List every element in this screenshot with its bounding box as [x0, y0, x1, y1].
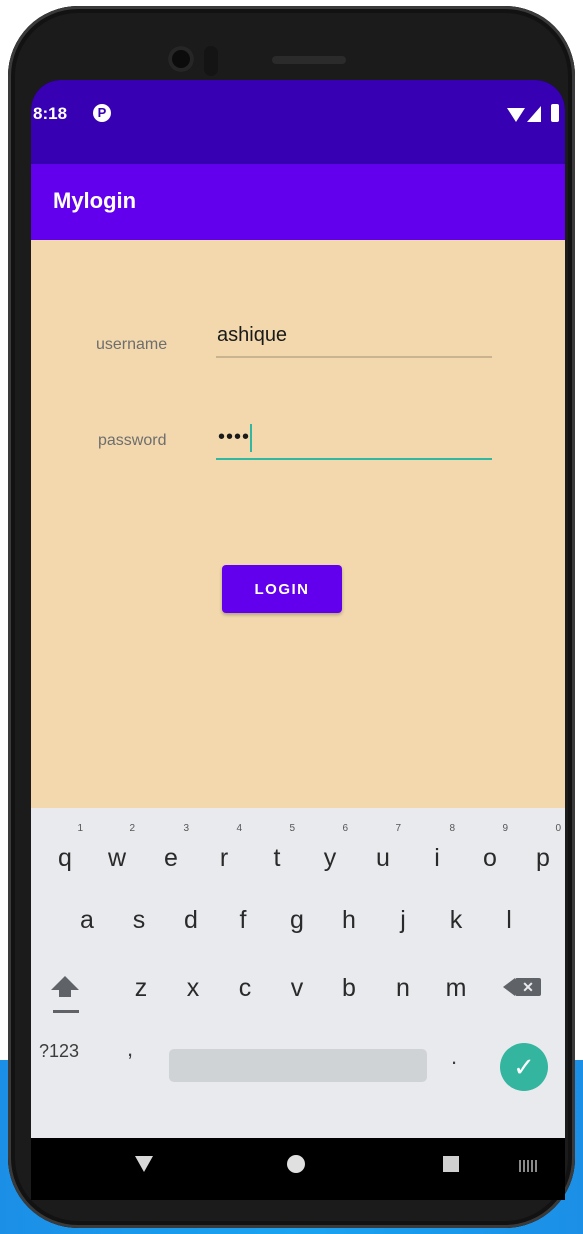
keyboard-row-1: q1w2e3r4t5y6u7i8o9p0 — [31, 824, 565, 884]
checkmark-icon[interactable]: ✓ — [500, 1043, 548, 1091]
key-q-hint: 1 — [77, 823, 83, 834]
key-i-hint: 8 — [449, 823, 455, 834]
key-r-label: r — [219, 844, 229, 872]
key-y-hint: 6 — [342, 823, 348, 834]
password-value: •••• — [218, 426, 251, 448]
key-f[interactable]: f — [223, 890, 263, 946]
key-y[interactable]: y6 — [310, 824, 350, 884]
battery-icon — [551, 104, 559, 122]
key-e-hint: 3 — [183, 823, 189, 834]
key-d[interactable]: d — [171, 890, 211, 946]
key-p[interactable]: p0 — [523, 824, 563, 884]
key-q[interactable]: q1 — [45, 824, 85, 884]
symbols-key[interactable]: ?123 — [39, 1041, 79, 1062]
key-t-label: t — [273, 844, 281, 872]
navigation-bar — [31, 1138, 565, 1200]
key-b[interactable]: b — [329, 958, 369, 1014]
text-cursor — [250, 424, 252, 452]
key-n[interactable]: n — [383, 958, 423, 1014]
key-h[interactable]: h — [329, 890, 369, 946]
shift-icon[interactable] — [43, 958, 89, 1014]
key-x[interactable]: x — [173, 958, 213, 1014]
username-value: ashique — [217, 324, 288, 346]
status-bar: 8:18 P — [31, 80, 565, 164]
key-t-hint: 5 — [289, 823, 295, 834]
camera-icon — [168, 46, 194, 72]
key-k[interactable]: k — [436, 890, 476, 946]
app-bar: Mylogin — [31, 164, 565, 240]
signal-icon — [527, 106, 541, 122]
keyboard-row-2: asdfghjkl — [31, 890, 565, 946]
key-v[interactable]: v — [277, 958, 317, 1014]
username-input[interactable]: ashique — [216, 322, 492, 358]
screen: 8:18 P Mylogin username ashique password… — [31, 80, 565, 1200]
key-i-label: i — [434, 844, 440, 872]
key-i[interactable]: i8 — [417, 824, 457, 884]
key-u-label: u — [376, 844, 390, 872]
sensor — [204, 46, 218, 76]
backspace-icon[interactable]: ✕ — [503, 958, 553, 1014]
key-u-hint: 7 — [395, 823, 401, 834]
key-z[interactable]: z — [121, 958, 161, 1014]
login-button[interactable]: LOGIN — [222, 565, 342, 613]
period-key[interactable]: . — [451, 1044, 457, 1070]
key-m[interactable]: m — [436, 958, 476, 1014]
key-w[interactable]: w2 — [97, 824, 137, 884]
key-w-label: w — [107, 844, 127, 872]
key-r[interactable]: r4 — [204, 824, 244, 884]
key-j[interactable]: j — [383, 890, 423, 946]
space-bar[interactable] — [169, 1049, 427, 1082]
key-u[interactable]: u7 — [363, 824, 403, 884]
keyboard-row-3: zxcvbnm — [31, 958, 565, 1014]
key-a[interactable]: a — [67, 890, 107, 946]
back-icon[interactable] — [135, 1156, 153, 1172]
password-label: password — [98, 432, 167, 449]
wifi-icon — [507, 108, 525, 122]
key-e[interactable]: e3 — [151, 824, 191, 884]
speaker-grille — [272, 56, 346, 64]
key-g[interactable]: g — [277, 890, 317, 946]
key-y-label: y — [323, 844, 337, 872]
key-o-label: o — [483, 844, 497, 872]
notification-p-icon: P — [93, 104, 111, 122]
app-title: Mylogin — [53, 188, 137, 213]
key-s[interactable]: s — [119, 890, 159, 946]
status-time: 8:18 — [33, 104, 68, 123]
key-p-label: p — [536, 844, 550, 872]
soft-keyboard: q1w2e3r4t5y6u7i8o9p0 asdfghjkl zxcvbnm ✕… — [31, 808, 565, 1138]
key-o-hint: 9 — [502, 823, 508, 834]
password-input[interactable]: •••• — [216, 424, 492, 460]
key-l[interactable]: l — [489, 890, 529, 946]
username-label: username — [96, 336, 168, 353]
key-c[interactable]: c — [225, 958, 265, 1014]
keyboard-switch-icon[interactable] — [519, 1160, 537, 1172]
login-form: username ashique password •••• LOGIN — [31, 240, 565, 808]
key-o[interactable]: o9 — [470, 824, 510, 884]
home-icon[interactable] — [287, 1155, 305, 1173]
key-p-hint: 0 — [555, 823, 561, 834]
recents-icon[interactable] — [443, 1156, 459, 1172]
comma-key[interactable]: , — [127, 1036, 151, 1062]
key-w-hint: 2 — [129, 823, 135, 834]
key-e-label: e — [164, 844, 178, 872]
key-r-hint: 4 — [236, 823, 242, 834]
key-q-label: q — [58, 844, 72, 872]
key-t[interactable]: t5 — [257, 824, 297, 884]
